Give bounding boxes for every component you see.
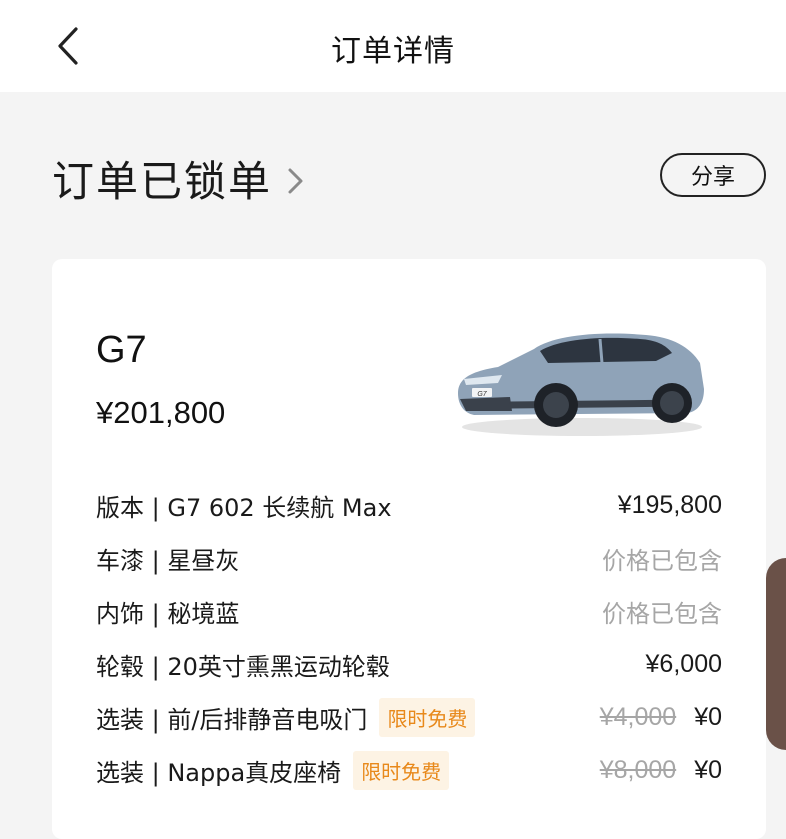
original-price: ¥8,000	[599, 756, 677, 784]
config-row-interior: 内饰 | 秘境蓝 价格已包含	[96, 585, 722, 638]
config-price-included: 价格已包含	[602, 547, 722, 575]
config-row-option-seats: 选装 | Nappa真皮座椅 限时免费 ¥8,000 ¥0	[96, 744, 722, 797]
free-promo-badge: 限时免费	[353, 751, 450, 790]
config-price-included: 价格已包含	[602, 600, 722, 628]
car-image: G7	[458, 333, 704, 436]
order-card: G7 ¥201,800 G7 版本 | G7 602 长续航 Max ¥195,…	[52, 259, 766, 839]
config-list: 版本 | G7 602 长续航 Max ¥195,800 车漆 | 星昼灰 价格…	[96, 479, 722, 797]
config-label: 内饰 | 秘境蓝	[96, 600, 240, 628]
free-promo-badge: 限时免费	[379, 698, 476, 737]
chevron-right-icon	[288, 168, 303, 193]
share-button[interactable]: 分享	[660, 153, 766, 197]
config-label: 车漆 | 星昼灰	[96, 547, 240, 575]
page-title: 订单详情	[331, 34, 455, 69]
config-label: 选装 | Nappa真皮座椅	[96, 759, 342, 787]
vehicle-model: G7	[96, 329, 147, 371]
vehicle-price: ¥201,800	[96, 395, 226, 430]
config-row-option-doors: 选装 | 前/后排静音电吸门 限时免费 ¥4,000 ¥0	[96, 691, 722, 744]
car-plate-badge: G7	[477, 391, 487, 398]
config-price: ¥0	[694, 703, 722, 731]
order-status-link[interactable]: 订单已锁单	[52, 148, 304, 209]
config-price: ¥0	[694, 756, 722, 784]
config-row-wheels: 轮毂 | 20英寸熏黑运动轮毂 ¥6,000	[96, 638, 722, 691]
floating-side-tab[interactable]	[766, 558, 786, 750]
config-price: ¥195,800	[617, 491, 722, 519]
config-row-version: 版本 | G7 602 长续航 Max ¥195,800	[96, 479, 722, 532]
top-nav-bar: 订单详情	[0, 0, 786, 92]
config-label: 版本 | G7 602 长续航 Max	[96, 494, 392, 522]
original-price: ¥4,000	[599, 703, 677, 731]
config-price: ¥6,000	[645, 650, 722, 678]
config-label: 选装 | 前/后排静音电吸门	[96, 706, 368, 734]
config-row-paint: 车漆 | 星昼灰 价格已包含	[96, 532, 722, 585]
order-status-text: 订单已锁单	[52, 157, 273, 206]
config-label: 轮毂 | 20英寸熏黑运动轮毂	[96, 653, 390, 681]
